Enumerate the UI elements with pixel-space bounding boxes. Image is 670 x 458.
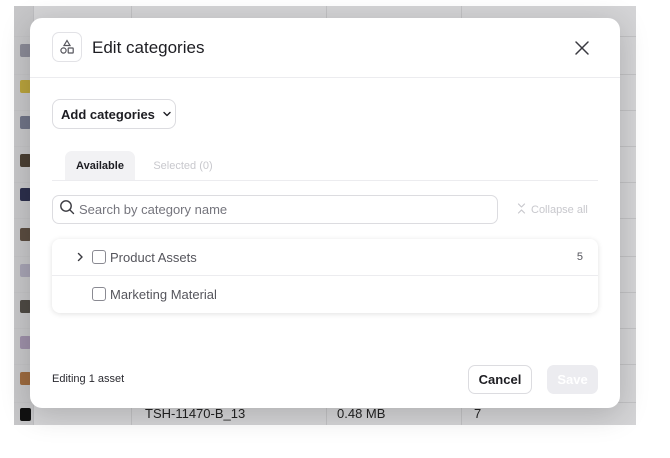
search-input[interactable]: [79, 202, 469, 217]
chevron-right-icon[interactable]: [73, 250, 87, 264]
tab-available[interactable]: Available: [65, 151, 135, 180]
category-row: Marketing Material: [52, 276, 598, 313]
cancel-button[interactable]: Cancel: [468, 365, 532, 394]
close-button[interactable]: [572, 38, 592, 58]
category-tree: Product Assets 5 Marketing Material: [52, 239, 598, 313]
chevron-down-icon: [162, 109, 172, 119]
add-categories-label: Add categories: [61, 106, 155, 122]
background-file-size: 0.48 MB: [337, 406, 386, 421]
background-filename: TSH-11470-B_13: [145, 406, 246, 421]
save-button[interactable]: Save: [547, 365, 598, 394]
edit-categories-dialog: Edit categories Add categories Available…: [30, 18, 620, 408]
shapes-icon: [52, 32, 82, 62]
category-label: Marketing Material: [110, 287, 217, 302]
tab-selected[interactable]: Selected (0): [144, 151, 222, 180]
search-box: [52, 195, 498, 224]
category-checkbox[interactable]: [92, 287, 106, 301]
category-label: Product Assets: [110, 250, 197, 265]
dialog-title: Edit categories: [92, 38, 205, 57]
category-checkbox[interactable]: [92, 250, 106, 264]
dialog-header: Edit categories: [30, 18, 620, 78]
search-icon: [59, 199, 75, 220]
category-tabs: Available Selected (0): [52, 150, 598, 181]
add-categories-button[interactable]: Add categories: [52, 99, 176, 129]
collapse-all-button[interactable]: Collapse all: [516, 203, 588, 217]
close-icon: [575, 41, 589, 55]
editing-info: Editing 1 asset: [52, 373, 125, 385]
category-count: 5: [576, 251, 583, 263]
background-count: 7: [474, 406, 482, 421]
collapse-icon: [516, 203, 527, 217]
collapse-all-label: Collapse all: [531, 204, 588, 216]
category-row: Product Assets 5: [52, 239, 598, 276]
